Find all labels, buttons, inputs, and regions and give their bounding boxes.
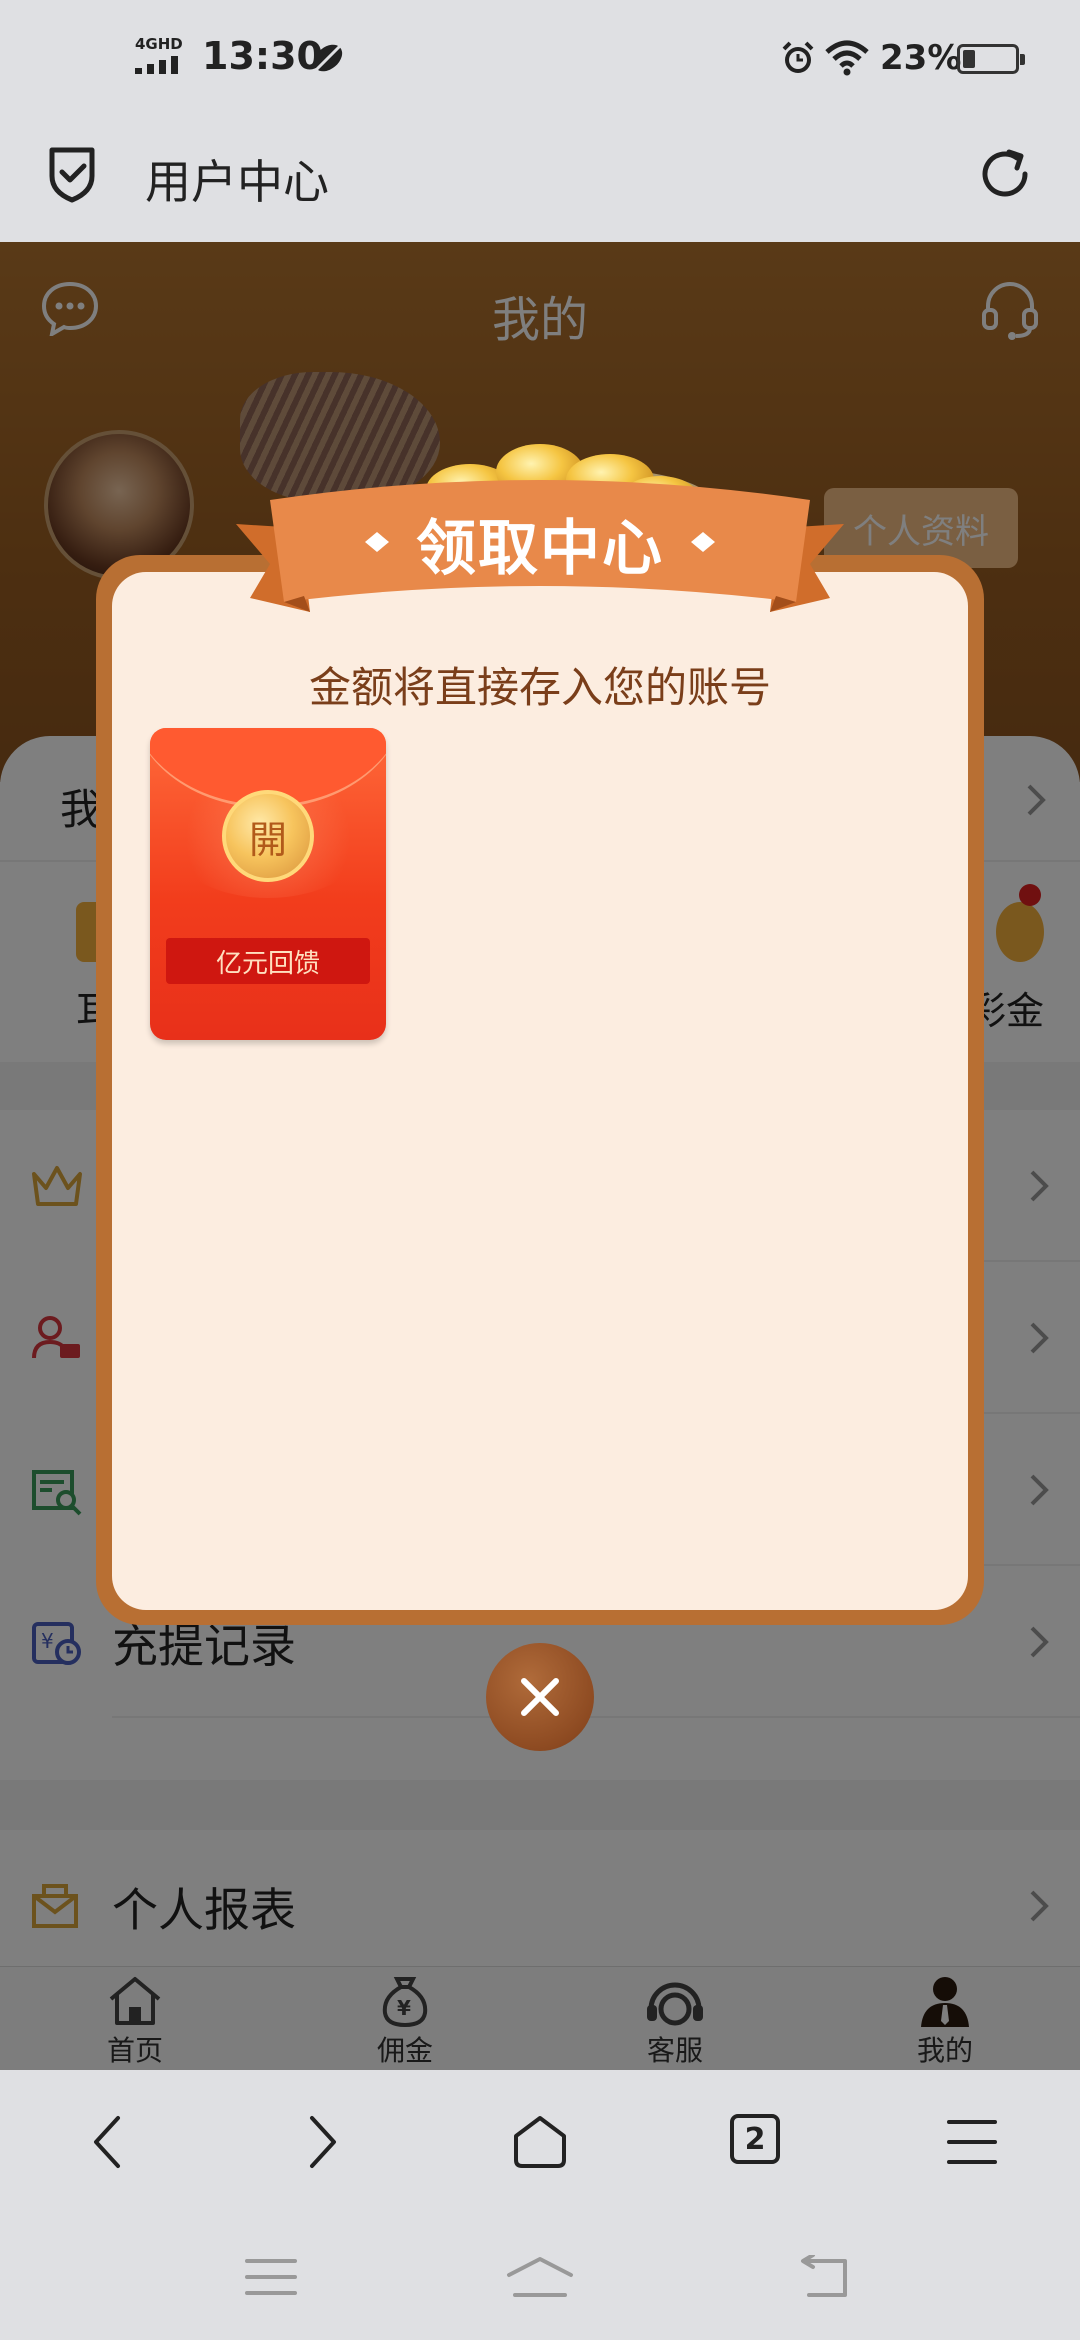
clock: 13:30 [202, 34, 323, 78]
open-coin-button[interactable]: 開 [222, 790, 314, 882]
close-modal-button[interactable] [486, 1643, 594, 1751]
battery-icon [957, 44, 1025, 74]
red-packet-label: 亿元回馈 [166, 938, 370, 984]
battery-percent: 23% [880, 38, 962, 78]
status-bar: 4GHD 13:30 23% [0, 0, 1080, 120]
browser-title-bar: 用户中心 [0, 120, 1080, 242]
recent-apps-icon[interactable] [245, 2255, 297, 2299]
network-type: 4GHD [135, 35, 183, 53]
alarm-icon [782, 41, 814, 73]
back-nav-icon[interactable] [795, 2255, 851, 2299]
modal-subtitle: 金额将直接存入您的账号 [308, 663, 771, 712]
menu-icon[interactable] [945, 2114, 999, 2170]
refresh-icon[interactable] [975, 144, 1035, 204]
home-nav-icon[interactable] [505, 2255, 575, 2299]
forward-icon[interactable] [308, 2114, 338, 2170]
signal-icon [135, 56, 178, 74]
close-icon [521, 1678, 559, 1716]
leaf-icon [313, 44, 343, 72]
claim-center-body: 金额将直接存入您的账号 開 亿元回馈 [112, 572, 968, 1610]
back-icon[interactable] [92, 2114, 122, 2170]
browser-toolbar: 2 [0, 2070, 1080, 2215]
page-title: 用户中心 [145, 155, 329, 209]
shield-check-icon[interactable] [44, 144, 100, 204]
home-icon[interactable] [512, 2114, 568, 2170]
system-nav-bar [0, 2215, 1080, 2340]
wifi-icon [825, 40, 869, 76]
tabs-button[interactable]: 2 [730, 2114, 780, 2164]
red-packet[interactable]: 開 亿元回馈 [150, 728, 386, 1040]
modal-title: 领取中心 [416, 514, 664, 584]
